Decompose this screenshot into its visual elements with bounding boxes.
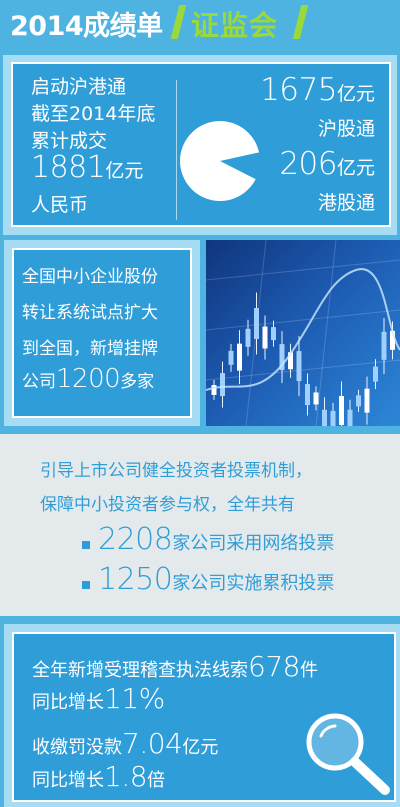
sme-pre: 公司 <box>22 372 56 392</box>
enf-number: 11% <box>104 682 165 715</box>
candle-body <box>245 328 251 347</box>
enf-text: 收缴罚没款 <box>32 737 122 758</box>
enf-line-4: 同比增长1.8倍 <box>32 760 165 793</box>
enf-text: 件 <box>299 660 318 681</box>
candle-body <box>313 392 319 405</box>
connect-panel: 启动沪港通 截至2014年底 累计成交 1881亿元 人民币 1675亿元 沪股… <box>0 55 400 235</box>
total-number: 1881 <box>31 150 106 185</box>
candle-body <box>339 395 344 425</box>
candle-body <box>373 366 378 382</box>
candle-body <box>330 410 336 426</box>
sme-panel: 全国中小企业股份 转让系统试点扩大 到全国，新增挂牌 公司1200多家 <box>0 240 400 426</box>
enf-number: 678 <box>248 650 300 683</box>
sme-post: 多家 <box>120 372 155 392</box>
candle-body <box>322 409 327 426</box>
candle-body <box>211 385 217 395</box>
sh-unit: 亿元 <box>336 83 375 105</box>
item2-text: 家公司实施累积投票 <box>172 573 335 594</box>
connect-line: 人民币 <box>31 194 89 216</box>
sh-value: 1675亿元 <box>260 72 375 108</box>
bullet-icon <box>82 540 90 549</box>
sme-line: 转让系统试点扩大 <box>22 303 158 323</box>
candle-body <box>262 326 268 349</box>
sh-label: 沪股通 <box>317 118 375 140</box>
candlestick-illustration <box>206 240 400 426</box>
candle-body <box>228 350 234 365</box>
sme-number: 1200 <box>56 364 121 394</box>
sh-number: 1675 <box>260 72 337 108</box>
hk-number: 206 <box>279 146 337 182</box>
candle-body <box>254 308 259 340</box>
sme-line: 全国中小企业股份 <box>22 267 158 287</box>
pie-slice-shanghai <box>180 121 260 201</box>
enf-number: 7.04 <box>122 727 183 760</box>
enf-line-1: 全年新增受理稽查执法线索678件 <box>32 650 318 683</box>
enf-line-2: 同比增长11% <box>32 682 165 715</box>
enf-text: 亿元 <box>182 737 219 758</box>
candle-body <box>237 343 242 371</box>
candle-body <box>271 327 276 341</box>
enf-text: 同比增长 <box>32 692 104 713</box>
enforcement-panel: 全年新增受理稽查执法线索678件 同比增长11% 收缴罚没款7.04亿元 同比增… <box>0 624 400 807</box>
pie-chart <box>180 121 260 201</box>
slash-decoration <box>170 5 187 39</box>
item1-text: 家公司采用网络投票 <box>172 533 335 554</box>
candle-body <box>305 384 310 406</box>
voting-head: 引导上市公司健全投资者投票机制， <box>40 461 312 481</box>
voting-item-2: 1250家公司实施累积投票 <box>82 562 334 597</box>
connect-line: 启动沪港通 <box>31 76 127 98</box>
enf-text: 全年新增受理稽查执法线索 <box>32 660 248 681</box>
connect-card: 启动沪港通 截至2014年底 累计成交 1881亿元 人民币 1675亿元 沪股… <box>11 62 391 227</box>
connect-total: 1881亿元 <box>31 150 143 185</box>
divider <box>176 80 177 220</box>
candle-body <box>364 388 370 413</box>
hk-label: 港股通 <box>317 192 375 214</box>
bullet-icon <box>82 580 90 589</box>
voting-head: 保障中小投资者参与权，全年共有 <box>40 495 295 515</box>
hk-unit: 亿元 <box>336 157 375 179</box>
hk-value: 206亿元 <box>279 146 375 182</box>
sme-line: 到全国，新增挂牌 <box>22 339 158 359</box>
candle-body <box>220 373 225 397</box>
item2-number: 1250 <box>98 562 173 597</box>
header: 2014成绩单 证监会 <box>0 0 400 48</box>
total-unit: 亿元 <box>105 160 144 182</box>
enforcement-card: 全年新增受理稽查执法线索678件 同比增长11% 收缴罚没款7.04亿元 同比增… <box>12 632 396 802</box>
enf-text: 倍 <box>147 770 166 791</box>
enf-text: 同比增长 <box>32 770 104 791</box>
item1-number: 2208 <box>98 522 173 557</box>
sme-card: 全国中小企业股份 转让系统试点扩大 到全国，新增挂牌 公司1200多家 <box>12 248 192 418</box>
candle-body <box>381 331 387 360</box>
stock-chart-image <box>206 240 400 426</box>
page-title: 2014成绩单 <box>10 11 163 42</box>
slash-decoration <box>292 5 309 39</box>
enf-line-3: 收缴罚没款7.04亿元 <box>32 727 218 760</box>
enf-number: 1.8 <box>104 760 148 793</box>
candle-body <box>296 351 302 382</box>
magnifying-glass-icon <box>306 713 390 795</box>
candle-body <box>356 395 361 407</box>
connect-line: 累计成交 <box>31 130 108 152</box>
candle-body <box>347 409 353 426</box>
voting-item-1: 2208家公司采用网络投票 <box>82 522 334 557</box>
connect-line: 截至2014年底 <box>31 103 156 125</box>
voting-panel: 引导上市公司健全投资者投票机制， 保障中小投资者参与权，全年共有 2208家公司… <box>0 434 400 616</box>
org-name: 证监会 <box>191 9 279 42</box>
sme-line-4: 公司1200多家 <box>22 364 154 394</box>
